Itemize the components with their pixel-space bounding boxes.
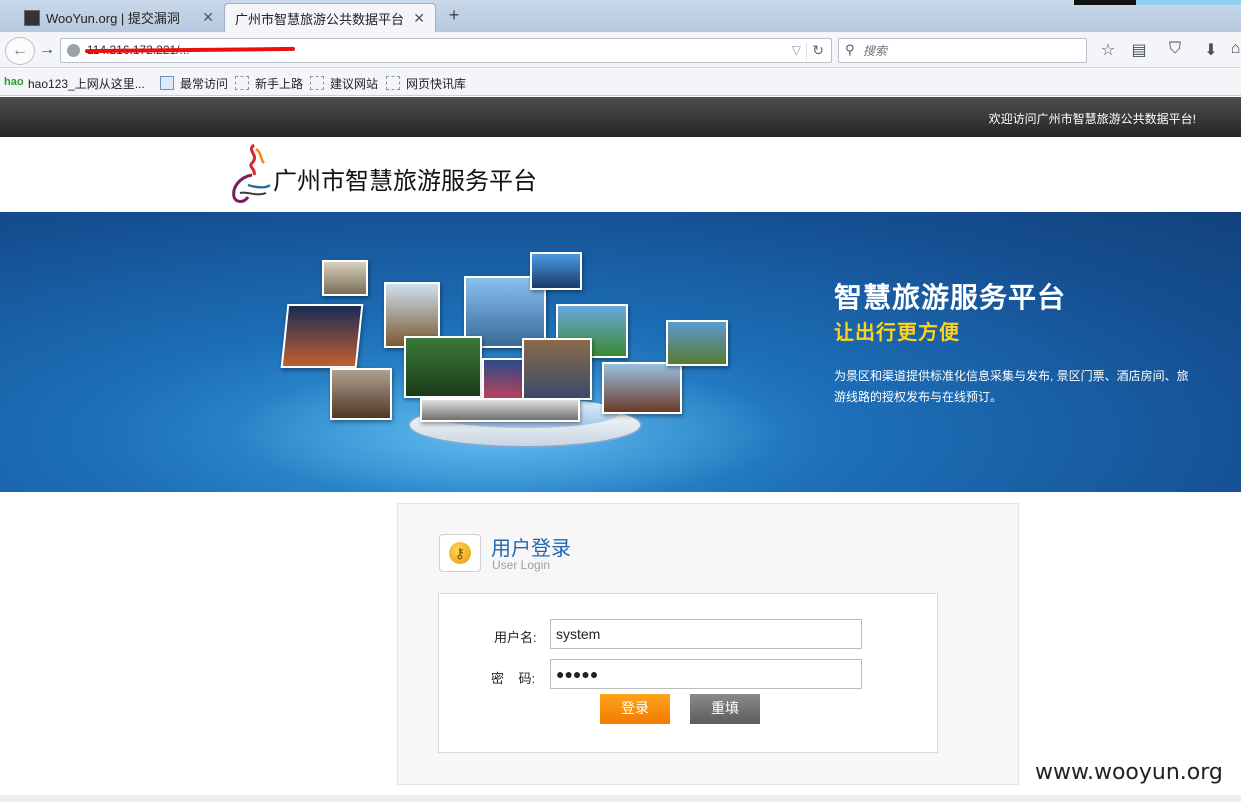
page-icon	[235, 76, 249, 90]
page-icon	[386, 76, 400, 90]
site-top-bar: 欢迎访问广州市智慧旅游公共数据平台!	[0, 97, 1241, 137]
collage-photo-aquarium	[530, 252, 582, 290]
tab-title: WooYun.org | 提交漏洞	[46, 11, 180, 26]
bookmark-label: 新手上路	[255, 76, 304, 91]
site-header: 广州市智慧旅游服务平台	[0, 137, 1241, 212]
reading-list-icon[interactable]: ▤	[1129, 40, 1149, 60]
bookmark-web-slices[interactable]: 网页快讯库	[386, 74, 466, 92]
collage-photo-ancestral-hall	[602, 362, 682, 414]
welcome-text: 欢迎访问广州市智慧旅游公共数据平台!	[988, 112, 1196, 126]
collage-photo-forest	[404, 336, 482, 398]
bookmark-label: hao123_上网从这里...	[28, 76, 145, 91]
collage-photo-panorama	[420, 398, 580, 422]
bookmark-star-icon[interactable]: ☆	[1098, 40, 1118, 60]
bookmark-suggested-sites[interactable]: 建议网站	[310, 74, 378, 92]
username-input[interactable]	[550, 619, 862, 649]
site-logo-text: 广州市智慧旅游服务平台	[273, 168, 537, 195]
tab-guangzhou-platform[interactable]: 广州市智慧旅游公共数据平台 ✕	[224, 3, 436, 32]
window-controls-strip	[1074, 0, 1136, 5]
folder-icon	[160, 76, 174, 90]
banner-title: 智慧旅游服务平台	[834, 282, 1067, 313]
login-title: 用户登录	[491, 538, 571, 560]
collage-photo-night-boat	[280, 304, 364, 368]
collage-photo-pavilion	[666, 320, 728, 366]
dropdown-triangle-icon[interactable]: ▽	[792, 43, 801, 57]
hao123-icon: hao	[4, 76, 24, 88]
login-button[interactable]: 登录	[600, 694, 670, 724]
search-icon: ⚲	[845, 42, 855, 57]
new-tab-plus-icon[interactable]: +	[444, 5, 464, 26]
banner-subtitle: 让出行更方便	[834, 322, 960, 344]
close-tab-icon[interactable]: ✕	[413, 10, 425, 27]
navigation-toolbar: ← → 114.216.172.221/... ▽ ↻ ⚲ ☆ ▤ ⛉ ⬇ ⌂	[0, 32, 1241, 68]
password-input[interactable]	[550, 659, 862, 689]
bookmark-getting-started[interactable]: 新手上路	[235, 74, 303, 92]
forward-arrow-icon[interactable]: →	[39, 41, 55, 59]
collage-photo-temple	[322, 260, 368, 296]
bookmark-label: 最常访问	[180, 76, 229, 91]
browser-tab-strip: WooYun.org | 提交漏洞 ✕ 广州市智慧旅游公共数据平台 ✕ +	[0, 0, 1241, 32]
urlbar-separator	[806, 42, 807, 60]
reset-button[interactable]: 重填	[690, 694, 760, 724]
reload-icon[interactable]: ↻	[812, 42, 824, 59]
login-subtitle: User Login	[492, 558, 551, 572]
username-label: 用户名:	[494, 630, 537, 645]
bookmarks-toolbar: hao hao123_上网从这里... 最常访问 新手上路 建议网站 网页快讯库	[0, 69, 1241, 96]
more-tools-icon[interactable]: ⌂	[1230, 40, 1241, 58]
hero-banner: 智慧旅游服务平台 让出行更方便 为景区和渠道提供标准化信息采集与发布, 景区门票…	[0, 212, 1241, 492]
bookmark-label: 建议网站	[330, 76, 379, 91]
wooyun-watermark: www.wooyun.org	[1035, 760, 1223, 785]
wooyun-favicon-icon	[24, 9, 40, 26]
phoenix-logo-icon	[232, 143, 271, 203]
globe-icon	[67, 44, 80, 57]
close-tab-icon[interactable]: ✕	[202, 9, 214, 26]
page-bottom-strip	[0, 795, 1241, 802]
download-arrow-icon[interactable]: ⬇	[1201, 40, 1221, 60]
banner-description: 为景区和渠道提供标准化信息采集与发布, 景区门票、酒店房间、旅游线路的授权发布与…	[834, 369, 1189, 404]
key-icon: ⚷	[449, 542, 471, 564]
address-bar[interactable]: 114.216.172.221/... ▽ ↻	[60, 38, 832, 63]
search-input[interactable]	[863, 42, 1078, 60]
tab-title: 广州市智慧旅游公共数据平台	[235, 11, 405, 27]
key-icon-box: ⚷	[439, 534, 481, 572]
password-label: 密 码:	[491, 671, 536, 686]
url-redaction-mark	[84, 46, 296, 54]
search-bar[interactable]: ⚲	[838, 38, 1087, 63]
bookmark-most-visited[interactable]: 最常访问	[160, 74, 228, 92]
collage-photo-street	[330, 368, 392, 420]
bookmark-hao123[interactable]: hao hao123_上网从这里...	[4, 74, 145, 92]
bookmark-label: 网页快讯库	[406, 76, 467, 91]
window-controls-strip-2	[1136, 0, 1241, 5]
collage-photo-old-town	[522, 338, 592, 400]
page-icon	[310, 76, 324, 90]
pocket-icon[interactable]: ⛉	[1165, 40, 1185, 58]
back-arrow-icon[interactable]: ←	[5, 37, 35, 65]
tab-wooyun[interactable]: WooYun.org | 提交漏洞 ✕	[14, 3, 224, 32]
